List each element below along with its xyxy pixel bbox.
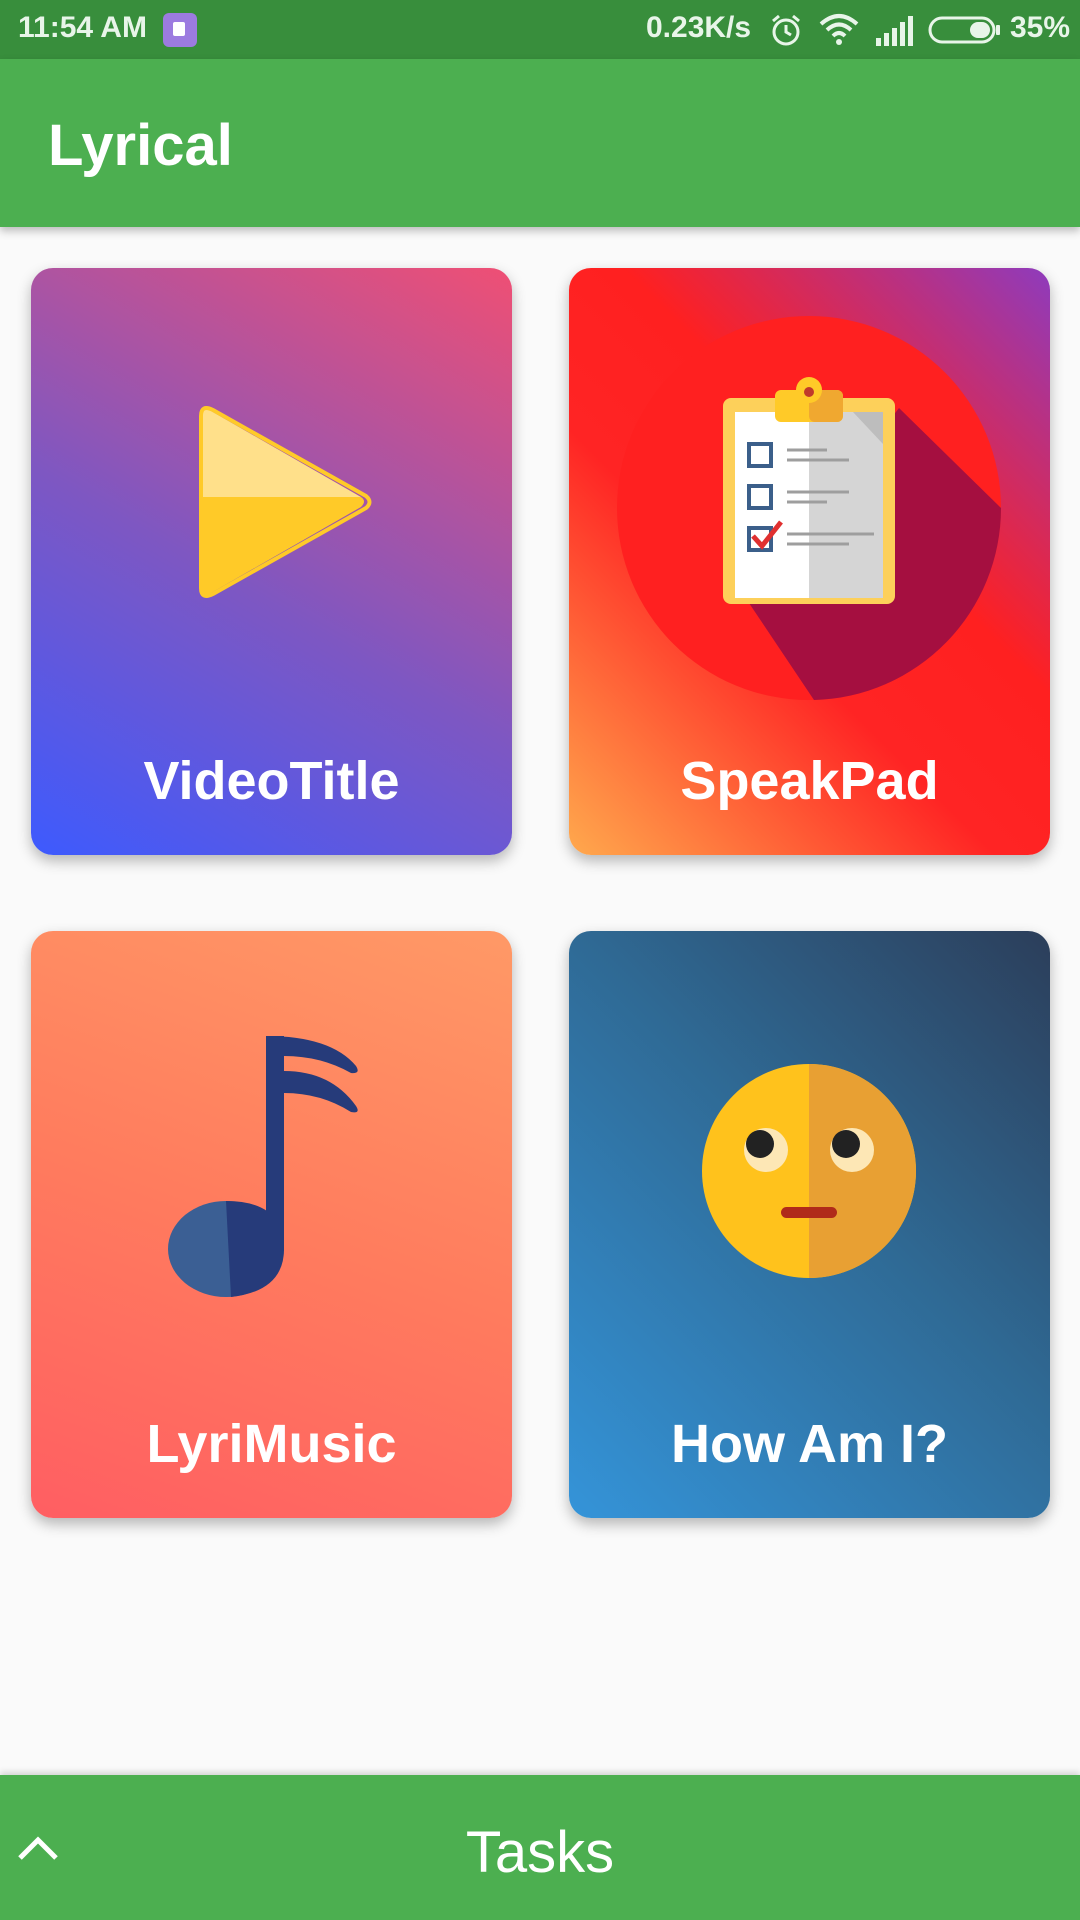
- tasks-bottom-bar[interactable]: Tasks: [0, 1775, 1080, 1920]
- app-title: Lyrical: [48, 113, 233, 178]
- battery-percentage: 35%: [1010, 11, 1071, 44]
- status-time: 11:54 AM: [18, 11, 147, 44]
- wifi-icon: [819, 14, 859, 45]
- how-am-i-card[interactable]: How Am I?: [569, 931, 1050, 1518]
- tasks-label: Tasks: [465, 1820, 615, 1885]
- app-bar: Lyrical: [0, 59, 1080, 227]
- network-speed: 0.23K/s: [646, 11, 752, 44]
- speakpad-card[interactable]: SpeakPad: [569, 268, 1050, 855]
- card-label: VideoTitle: [143, 751, 400, 811]
- card-label: SpeakPad: [680, 751, 939, 811]
- lyrimusic-card[interactable]: LyriMusic: [31, 931, 512, 1518]
- alarm-icon: [772, 14, 800, 46]
- card-label: How Am I?: [671, 1414, 948, 1474]
- videotitle-card[interactable]: VideoTitle: [31, 268, 512, 855]
- status-bar: 11:54 AM 0.23K/s 35%: [0, 0, 1080, 59]
- signal-icon: [876, 16, 913, 46]
- notification-app-icon: [163, 13, 197, 47]
- card-label: LyriMusic: [146, 1414, 397, 1474]
- battery-icon: [928, 16, 1000, 44]
